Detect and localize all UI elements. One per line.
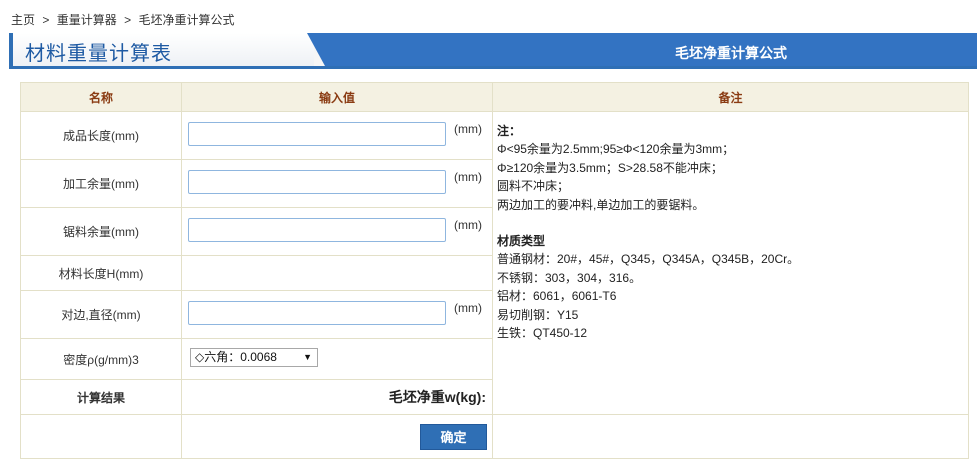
row-product-length: 成品长度(mm) (mm) 注： Φ<95余量为2.5mm;95≥Φ<120余量… — [20, 111, 969, 415]
material-length-value — [181, 255, 493, 291]
column-header-remark: 备注 — [492, 82, 969, 112]
header-tab-slant — [307, 33, 325, 66]
density-selected-value: ◇六角：0.0068 — [195, 350, 277, 364]
column-header-input: 输入值 — [181, 82, 493, 112]
page-title: 材料重量计算表 — [25, 43, 172, 65]
saw-allowance-label: 锯料余量(mm) — [20, 207, 182, 256]
empty-cell — [492, 414, 969, 459]
note-line: Φ<95余量为2.5mm;95≥Φ<120余量为3mm； — [497, 142, 735, 157]
header-title-block: 材料重量计算表 — [9, 33, 314, 66]
row-actions: 确定 — [20, 414, 969, 459]
machining-allowance-input[interactable] — [188, 170, 446, 194]
note-line: 圆料不冲床； — [497, 179, 570, 194]
machining-allowance-label: 加工余量(mm) — [20, 159, 182, 208]
density-select[interactable]: ◇六角：0.0068 ▼ — [190, 348, 318, 367]
material-line: 易切削钢：Y15 — [497, 307, 579, 322]
breadcrumb-separator: > — [124, 13, 132, 27]
product-length-input[interactable] — [188, 122, 446, 146]
dropdown-arrow-icon: ▼ — [303, 352, 312, 362]
density-label: 密度ρ(g/mm)3 — [20, 338, 182, 380]
breadcrumb-calculator-link[interactable]: 重量计算器 — [57, 13, 117, 27]
note-line: 两边加工的要冲料,单边加工的要锯料。 — [497, 197, 705, 212]
breadcrumb-current: 毛坯净重计算公式 — [138, 13, 235, 27]
saw-allowance-input[interactable] — [188, 218, 446, 242]
material-line: 不锈钢：303，304，316。 — [497, 270, 642, 285]
page-header: 材料重量计算表 毛坯净重计算公式 — [9, 33, 977, 69]
net-weight-output-label: 毛坯净重w(kg): — [181, 379, 493, 415]
result-label: 计算结果 — [20, 379, 182, 415]
across-flats-label: 对边,直径(mm) — [20, 290, 182, 339]
empty-cell — [20, 414, 182, 459]
breadcrumb: 主页 > 重量计算器 > 毛坯净重计算公式 — [11, 11, 234, 28]
unit-label: (mm) — [454, 170, 482, 184]
across-flats-input[interactable] — [188, 301, 446, 325]
breadcrumb-separator: > — [42, 13, 50, 27]
material-length-label: 材料长度H(mm) — [20, 255, 182, 291]
tab-formula[interactable]: 毛坯净重计算公式 — [325, 33, 977, 66]
material-line: 普通钢材：20#，45#，Q345，Q345A，Q345B，20Cr。 — [497, 252, 800, 267]
header-underline — [9, 66, 977, 69]
note-line: Φ≥120余量为3.5mm；S>28.58不能冲床； — [497, 160, 723, 175]
materials-title: 材质类型 — [497, 234, 546, 249]
confirm-button[interactable]: 确定 — [420, 424, 487, 450]
unit-label: (mm) — [454, 218, 482, 232]
remarks-panel: 注： Φ<95余量为2.5mm;95≥Φ<120余量为3mm； Φ≥120余量为… — [492, 111, 969, 415]
unit-label: (mm) — [454, 122, 482, 136]
calculator-table: 名称 输入值 备注 成品长度(mm) (mm) 注： Φ<95余量为2.5mm;… — [20, 82, 969, 459]
notes-spacer — [497, 214, 964, 232]
breadcrumb-home-link[interactable]: 主页 — [11, 13, 35, 27]
material-line: 生铁：QT450-12 — [497, 326, 588, 341]
material-line: 铝材：6061，6061-T6 — [497, 289, 617, 304]
unit-label: (mm) — [454, 301, 482, 315]
column-header-name: 名称 — [20, 82, 182, 112]
notes-title: 注： — [497, 124, 522, 138]
product-length-label: 成品长度(mm) — [20, 111, 182, 160]
tab-formula-label: 毛坯净重计算公式 — [675, 45, 787, 61]
